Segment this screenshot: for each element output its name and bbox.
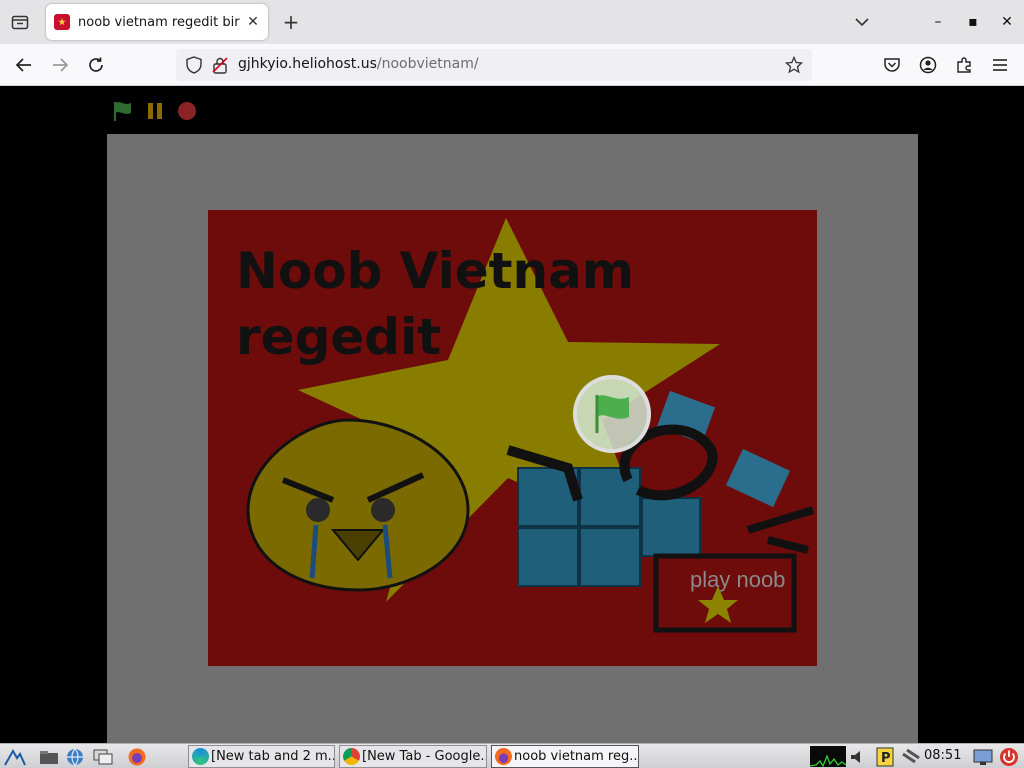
parking-p-icon[interactable]: P bbox=[874, 746, 896, 767]
taskbar-clock: 08:51 bbox=[924, 748, 962, 763]
show-desktop-icon[interactable] bbox=[972, 746, 994, 767]
account-icon bbox=[919, 56, 937, 74]
taskbar: [New tab and 2 m... [New Tab - Google...… bbox=[0, 743, 1024, 768]
url-path: /noobvietnam/ bbox=[376, 56, 479, 72]
shield-icon[interactable] bbox=[184, 55, 204, 75]
back-arrow-icon bbox=[15, 58, 31, 72]
maximize-button[interactable]: ▪ bbox=[961, 10, 985, 34]
forward-arrow-icon bbox=[53, 58, 69, 72]
start-menu-icon[interactable] bbox=[4, 746, 26, 767]
taskbar-window-firefox[interactable]: noob vietnam reg... bbox=[491, 745, 639, 768]
navigation-toolbar: gjhkyio.heliohost.us/noobvietnam/ bbox=[0, 44, 1024, 86]
firefox-icon bbox=[495, 748, 512, 765]
cpu-monitor-graph bbox=[810, 746, 846, 767]
desktop-icon[interactable] bbox=[92, 746, 114, 767]
pocket-icon bbox=[884, 58, 900, 72]
page-content: Noob Vietnam regedit play noob bbox=[0, 86, 1024, 743]
stop-icon bbox=[178, 102, 196, 120]
tab-title: noob vietnam regedit bird bbox=[78, 14, 240, 30]
forward-button[interactable] bbox=[45, 51, 75, 79]
browser-globe-icon[interactable] bbox=[64, 746, 86, 767]
firefox-launcher-icon[interactable] bbox=[126, 746, 148, 767]
pause-button[interactable] bbox=[144, 100, 166, 122]
green-flag-icon bbox=[595, 395, 629, 433]
project-controls bbox=[112, 100, 198, 122]
pause-icon bbox=[148, 103, 162, 119]
tab-close-icon[interactable]: ✕ bbox=[244, 13, 262, 31]
extensions-button[interactable] bbox=[949, 51, 979, 79]
network-icon[interactable] bbox=[900, 746, 922, 767]
account-button[interactable] bbox=[913, 51, 943, 79]
close-window-button[interactable]: ✕ bbox=[995, 10, 1019, 34]
taskbar-window-chrome[interactable]: [New Tab - Google... bbox=[339, 745, 487, 768]
volume-icon[interactable] bbox=[848, 746, 870, 767]
menu-button[interactable] bbox=[985, 51, 1015, 79]
reload-icon bbox=[89, 57, 103, 72]
pocket-button[interactable] bbox=[877, 51, 907, 79]
browser-tab[interactable]: noob vietnam regedit bird ✕ bbox=[46, 4, 268, 40]
chrome-icon bbox=[343, 748, 360, 765]
svg-text:P: P bbox=[881, 751, 891, 766]
url-bar[interactable]: gjhkyio.heliohost.us/noobvietnam/ bbox=[176, 49, 812, 81]
tab-strip: noob vietnam regedit bird ✕ + – ▪ ✕ bbox=[0, 0, 1024, 44]
tab-list-button[interactable] bbox=[6, 9, 34, 35]
edge-icon bbox=[192, 748, 209, 765]
hamburger-icon bbox=[993, 59, 1007, 71]
stage-title: Noob Vietnam regedit bbox=[236, 242, 634, 366]
url-domain: gjhkyio.heliohost.us bbox=[238, 56, 377, 72]
power-icon[interactable] bbox=[998, 746, 1020, 767]
favicon-icon bbox=[54, 14, 70, 30]
green-flag-icon bbox=[114, 102, 131, 121]
tab-list-icon bbox=[11, 15, 29, 30]
game-stage[interactable]: Noob Vietnam regedit play noob bbox=[208, 210, 817, 666]
start-overlay-button[interactable] bbox=[573, 375, 651, 453]
insecure-lock-icon[interactable] bbox=[210, 55, 230, 75]
stop-button[interactable] bbox=[176, 100, 198, 122]
reload-button[interactable] bbox=[81, 51, 111, 79]
bookmark-star-icon[interactable] bbox=[784, 55, 804, 75]
taskbar-window-label: noob vietnam reg... bbox=[514, 749, 639, 764]
play-noob-button[interactable]: play noob bbox=[690, 566, 790, 594]
file-manager-icon[interactable] bbox=[38, 746, 60, 767]
puzzle-icon bbox=[957, 57, 971, 73]
taskbar-window-label: [New Tab - Google... bbox=[362, 749, 487, 764]
taskbar-window-label: [New tab and 2 m... bbox=[211, 749, 335, 764]
back-button[interactable] bbox=[9, 51, 39, 79]
tab-overflow-button[interactable] bbox=[850, 10, 874, 34]
chevron-down-icon bbox=[855, 18, 869, 27]
minimize-button[interactable]: – bbox=[926, 10, 950, 34]
url-text[interactable]: gjhkyio.heliohost.us/noobvietnam/ bbox=[238, 56, 479, 72]
taskbar-window-edge[interactable]: [New tab and 2 m... bbox=[188, 745, 335, 768]
green-flag-button[interactable] bbox=[112, 100, 134, 122]
new-tab-button[interactable]: + bbox=[278, 9, 304, 35]
stage-frame: Noob Vietnam regedit play noob bbox=[107, 134, 918, 743]
